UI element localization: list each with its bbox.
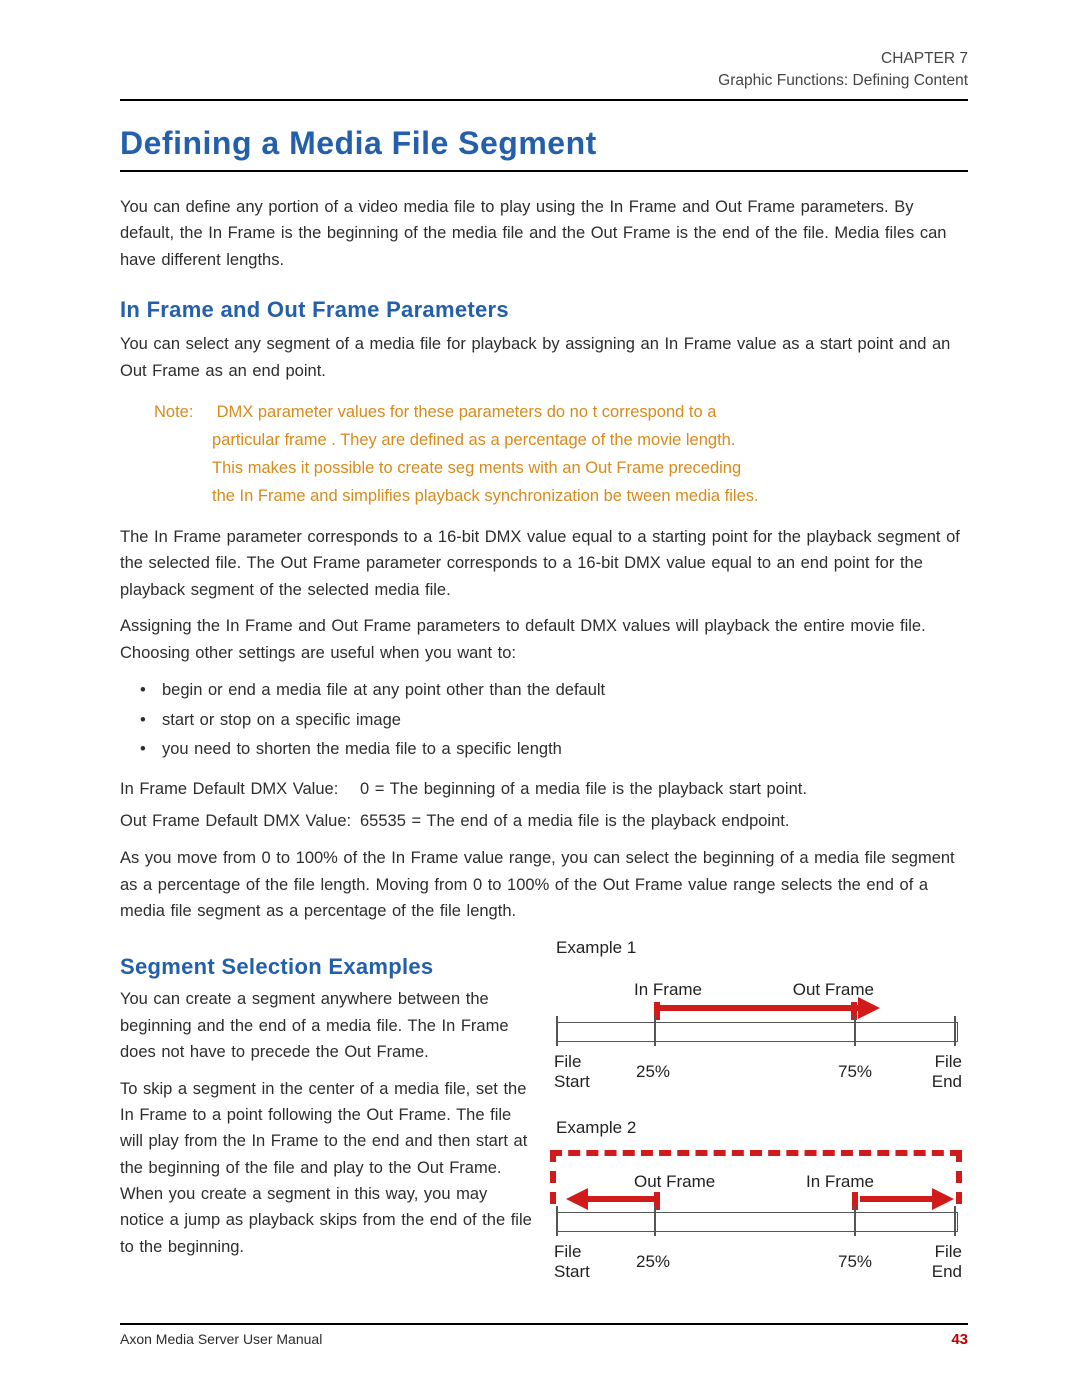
- tick-start-icon: [556, 1016, 558, 1046]
- arrow-left-icon: [588, 1196, 660, 1202]
- note-line-2: particular frame . They are defined as a…: [154, 426, 968, 454]
- subsection-title-examples: Segment Selection Examples: [120, 954, 534, 980]
- example2-diagram: Out Frame In Frame File Start 25% 75% Fi…: [556, 1142, 956, 1274]
- dmx-default-row: In Frame Default DMX Value: 0 = The begi…: [120, 775, 968, 803]
- page-footer: Axon Media Server User Manual 43: [120, 1323, 968, 1348]
- ex2-out-frame-label: Out Frame: [634, 1172, 715, 1192]
- subsection-title-parameters: In Frame and Out Frame Parameters: [120, 297, 968, 323]
- note-label: Note:: [154, 398, 212, 426]
- tick-25-icon: [654, 1206, 656, 1236]
- ex1-75-label: 75%: [838, 1062, 872, 1082]
- ex1-in-frame-label: In Frame: [634, 980, 702, 1000]
- intro-paragraph: You can define any portion of a video me…: [120, 194, 968, 273]
- ex2-25-label: 25%: [636, 1252, 670, 1272]
- ex2-file-end-label: File End: [916, 1242, 962, 1281]
- footer-rule: [120, 1323, 968, 1325]
- note-block: Note: DMX parameter values for these par…: [154, 398, 968, 510]
- tick-25-icon: [654, 1016, 656, 1046]
- page-title: Defining a Media File Segment: [120, 125, 968, 162]
- example2-title: Example 2: [556, 1118, 968, 1138]
- header-rule: [120, 99, 968, 101]
- dmx-value: 0 = The beginning of a media file is the…: [360, 775, 807, 803]
- section-label: Graphic Functions: Defining Content: [120, 70, 968, 92]
- bullet-list: begin or end a media file at any point o…: [136, 676, 968, 765]
- ex1-25-label: 25%: [636, 1062, 670, 1082]
- example1-diagram: In Frame Out Frame File Start 25% 75% Fi…: [556, 962, 956, 1094]
- note-line-4: the In Frame and simplifies playback syn…: [154, 482, 968, 510]
- timeline-bar: [556, 1212, 958, 1232]
- ex1-file-end-label: File End: [916, 1052, 962, 1091]
- note-line-3: This makes it possible to create seg men…: [154, 454, 968, 482]
- tick-end-icon: [954, 1206, 956, 1236]
- tick-75-icon: [854, 1016, 856, 1046]
- arrow-right-icon: [658, 1005, 858, 1011]
- chapter-label: CHAPTER 7: [120, 48, 968, 70]
- timeline-bar: [556, 1022, 958, 1042]
- segment-paragraph-1: You can create a segment anywhere betwee…: [120, 986, 534, 1065]
- tick-75-icon: [854, 1206, 856, 1236]
- segment-paragraph-2: To skip a segment in the center of a med…: [120, 1076, 534, 1261]
- after-note-paragraph-2: Assigning the In Frame and Out Frame par…: [120, 613, 968, 666]
- bullet-item: you need to shorten the media file to a …: [136, 735, 968, 765]
- tick-end-icon: [954, 1016, 956, 1046]
- param-intro-paragraph: You can select any segment of a media fi…: [120, 331, 968, 384]
- title-rule: [120, 170, 968, 172]
- example1-title: Example 1: [556, 938, 968, 958]
- tick-start-icon: [556, 1206, 558, 1236]
- bullet-item: start or stop on a specific image: [136, 706, 968, 736]
- dmx-default-row: Out Frame Default DMX Value: 65535 = The…: [120, 807, 968, 835]
- running-head: CHAPTER 7 Graphic Functions: Defining Co…: [120, 48, 968, 93]
- arrow-right-icon: [860, 1196, 932, 1202]
- after-note-paragraph-1: The In Frame parameter corresponds to a …: [120, 524, 968, 603]
- note-line-1: DMX parameter values for these parameter…: [217, 403, 717, 421]
- ex2-75-label: 75%: [838, 1252, 872, 1272]
- dmx-label: Out Frame Default DMX Value:: [120, 807, 360, 835]
- manual-title: Axon Media Server User Manual: [120, 1331, 322, 1348]
- ex2-file-start-label: File Start: [554, 1242, 600, 1281]
- dmx-value: 65535 = The end of a media file is the p…: [360, 807, 789, 835]
- range-paragraph: As you move from 0 to 100% of the In Fra…: [120, 845, 968, 924]
- ex2-in-frame-label: In Frame: [806, 1172, 874, 1192]
- bullet-item: begin or end a media file at any point o…: [136, 676, 968, 706]
- dmx-label: In Frame Default DMX Value:: [120, 775, 360, 803]
- ex1-file-start-label: File Start: [554, 1052, 600, 1091]
- page-number: 43: [951, 1331, 968, 1348]
